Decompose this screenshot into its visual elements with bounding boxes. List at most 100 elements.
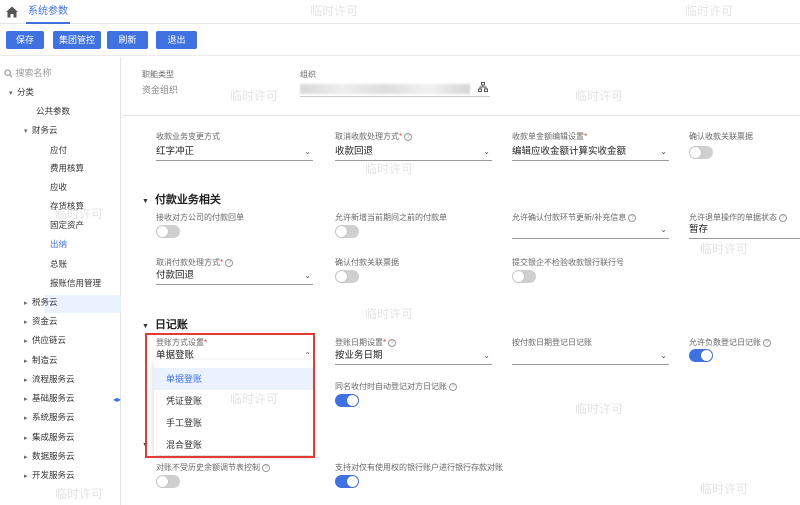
chevron-right-icon: ▸ (24, 396, 28, 403)
update-info-label: 允许确认付款环节更新/补充信息? (512, 212, 637, 223)
receipt-bill-label: 确认收款关联票据 (689, 132, 753, 141)
tab-system-params[interactable]: 系统参数 (26, 4, 70, 24)
tree-item-expense[interactable]: 费用核算 (50, 159, 84, 177)
watermark: 临时许可 (575, 89, 624, 103)
tree-item-ledger[interactable]: 总账 (50, 255, 67, 273)
tree-item-process-service[interactable]: ▸ 流程服务云 (24, 370, 75, 388)
tree-item-base-service[interactable]: ▸ 基础服务云 (24, 389, 75, 407)
watermark: 临时许可 (55, 207, 104, 221)
help-icon: ? (449, 382, 457, 391)
save-button[interactable]: 保存 (6, 31, 44, 49)
negative-journal-toggle[interactable] (689, 349, 713, 362)
refresh-button[interactable]: 刷新 (107, 31, 148, 49)
payment-bill-toggle[interactable] (335, 270, 359, 283)
tree-item-data-service[interactable]: ▸ 数据服务云 (24, 447, 75, 465)
chevron-down-icon: ▾ (9, 90, 13, 97)
chevron-right-icon: ▸ (24, 377, 28, 384)
chevron-down-icon: ⌄ (660, 147, 667, 156)
tree-item-integration-service[interactable]: ▸ 集成服务云 (24, 428, 75, 446)
watermark: 临时许可 (365, 307, 414, 321)
tree-item-receivable[interactable]: 应收 (50, 178, 67, 196)
add-prior-payment-toggle[interactable] (335, 225, 359, 238)
role-type-value: 资金组织 (142, 85, 179, 95)
cancel-payment-select[interactable]: 付款回退 ⌄ (156, 269, 313, 285)
payment-date-journal-select[interactable]: ⌄ (512, 349, 669, 365)
tree-item-category[interactable]: ▾ 分类 (9, 83, 34, 101)
search-placeholder: 搜索名称 (15, 68, 52, 78)
watermark: 临时许可 (55, 487, 104, 501)
help-icon: ? (763, 338, 771, 347)
tree-item-payable[interactable]: 应付 (50, 141, 67, 159)
sidebar: 搜索名称 ▾ 分类 公共参数 ▾ 财务云 应付 费用核算 应收 存货核算 固定资产 … (0, 57, 121, 505)
help-icon: ? (404, 132, 413, 141)
use-right-account-label: 支持对仅有使用权的银行账户进行银行存款对账 (335, 463, 503, 472)
group-control-button[interactable]: 集团管控 (53, 31, 101, 49)
journal-section-title[interactable]: ▼ 日记账 (142, 316, 188, 332)
add-prior-payment-label: 允许新增当前期间之前的付款单 (335, 213, 447, 222)
watermark: 临时许可 (230, 392, 279, 406)
top-bar: 系统参数 (0, 0, 800, 24)
auto-journal-label: 同名收付时自动登记对方日记账? (335, 381, 457, 392)
posting-date-select[interactable]: 按业务日期 ⌄ (335, 349, 492, 365)
receive-return-toggle[interactable] (156, 225, 180, 238)
cancel-receipt-select[interactable]: 收款回退 ⌄ (335, 145, 492, 161)
tree-item-finance-cloud[interactable]: ▾ 财务云 (24, 121, 58, 139)
chevron-right-icon: ▸ (24, 300, 28, 307)
watermark: 临时许可 (700, 242, 749, 256)
role-type-label: 职能类型 (142, 70, 174, 79)
help-icon: ? (225, 258, 234, 267)
help-icon: ? (388, 338, 397, 347)
bank-code-toggle[interactable] (512, 270, 536, 283)
divider (122, 115, 800, 116)
help-icon: ? (628, 213, 637, 222)
receipt-amount-select[interactable]: 编辑应收金额计算实收金额 ⌄ (512, 145, 669, 161)
chevron-right-icon: ▸ (24, 338, 28, 345)
chevron-down-icon: ⌄ (660, 351, 667, 360)
org-tree-icon[interactable] (478, 82, 488, 97)
tree-item-cashier[interactable]: 出纳 (50, 235, 67, 253)
receive-return-label: 接收对方公司的付款回单 (156, 213, 244, 222)
negative-journal-label: 允许负数登记日记账? (689, 337, 771, 348)
chevron-right-icon: ▸ (24, 415, 28, 422)
chevron-right-icon: ▸ (24, 435, 28, 442)
tree-item-dev-service[interactable]: ▸ 开发服务云 (24, 466, 75, 484)
collapse-triangle-icon: ▼ (142, 323, 149, 330)
tree-item-tax-cloud[interactable]: ▸ 税务云 (24, 293, 58, 311)
auto-journal-toggle[interactable] (335, 394, 359, 407)
chevron-down-icon: ⌄ (483, 147, 490, 156)
watermark: 临时许可 (685, 4, 734, 18)
search-input[interactable]: 搜索名称 (4, 66, 114, 80)
tree-item-supply-chain[interactable]: ▸ 供应链云 (24, 331, 66, 349)
collapse-toggle-icon[interactable]: ◂▸ (113, 396, 121, 404)
home-icon[interactable] (5, 5, 19, 19)
tree-item-public-params[interactable]: 公共参数 (36, 102, 70, 120)
chevron-right-icon: ▸ (24, 358, 28, 365)
help-icon: ? (779, 213, 787, 222)
watermark: 临时许可 (230, 89, 279, 103)
toolbar: 保存 集团管控 刷新 退出 (0, 24, 800, 56)
chevron-down-icon: ⌄ (304, 271, 311, 280)
tree-item-fund-cloud[interactable]: ▸ 资金云 (24, 312, 58, 330)
chevron-right-icon: ▸ (24, 473, 28, 480)
history-balance-toggle[interactable] (156, 475, 180, 488)
receipt-change-select[interactable]: 红字冲正 ⌄ (156, 145, 313, 161)
chevron-right-icon: ▸ (24, 319, 28, 326)
tree-item-manufacturing[interactable]: ▸ 制造云 (24, 351, 58, 369)
payment-section-title[interactable]: ▼ 付款业务相关 (142, 191, 221, 207)
update-info-select[interactable]: ⌄ (512, 223, 669, 239)
search-icon (4, 68, 16, 78)
help-icon: ? (262, 463, 270, 472)
receipt-bill-toggle[interactable] (689, 146, 713, 159)
tree-item-system-service[interactable]: ▸ 系统服务云 (24, 408, 75, 426)
chevron-down-icon: ⌄ (483, 351, 490, 360)
org-label: 组织 (300, 70, 316, 79)
exit-button[interactable]: 退出 (156, 31, 197, 49)
chevron-right-icon: ▸ (24, 454, 28, 461)
chevron-down-icon: ⌄ (304, 147, 311, 156)
watermark: 临时许可 (310, 4, 359, 18)
return-status-field[interactable]: 暂存 (689, 223, 800, 239)
use-right-account-toggle[interactable] (335, 475, 359, 488)
org-value-redacted (300, 84, 470, 94)
bank-code-label: 提交银企不检验收款银行联行号 (512, 258, 624, 267)
tree-item-credit[interactable]: 报账信用管理 (50, 274, 101, 292)
